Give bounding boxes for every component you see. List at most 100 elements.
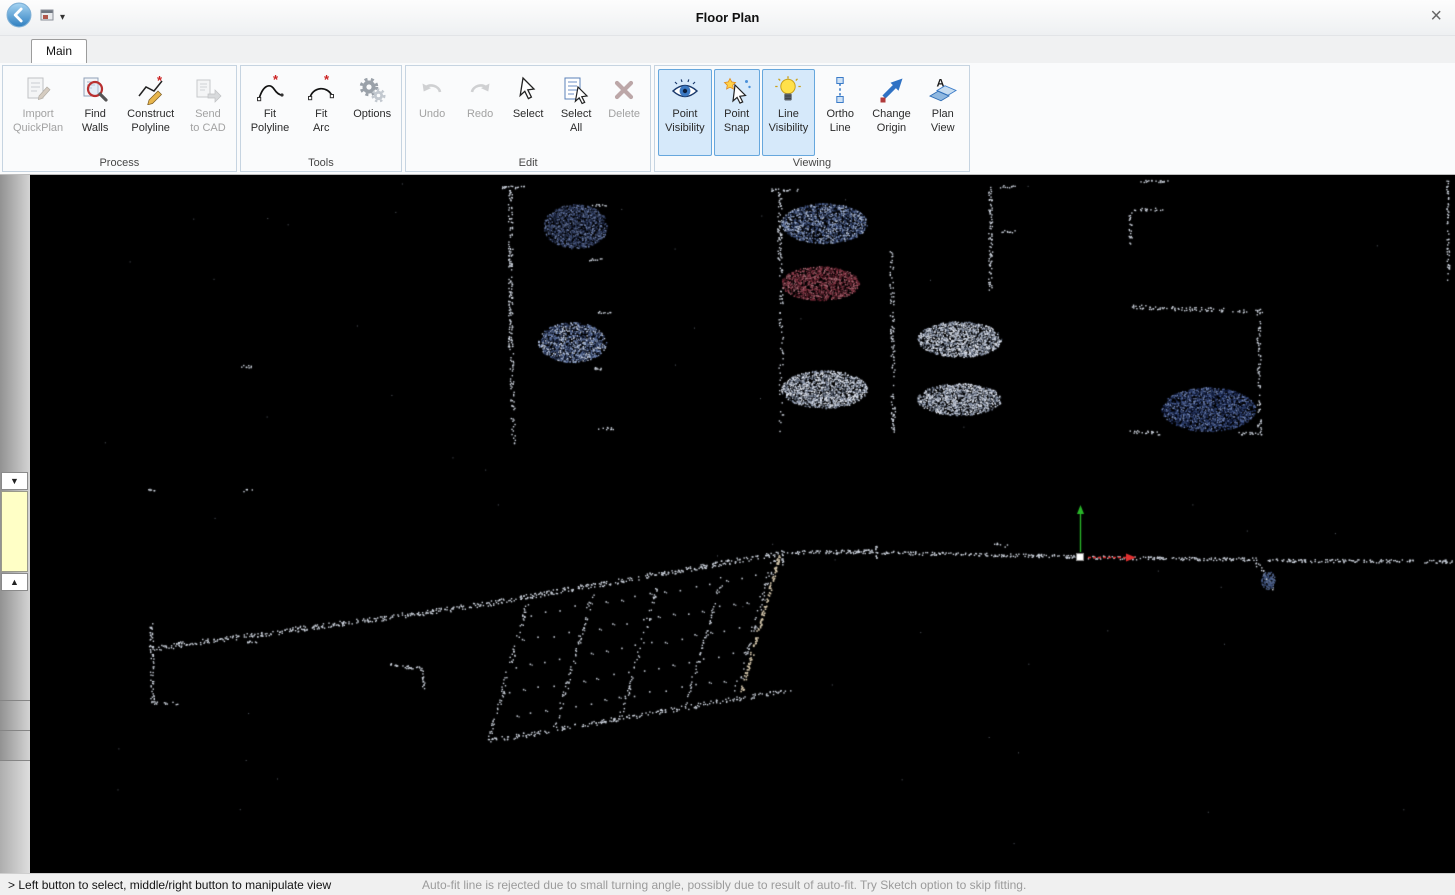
find-walls-label-2: Walls — [82, 121, 108, 135]
back-button[interactable] — [5, 4, 32, 31]
ortho-line-icon — [825, 73, 855, 107]
select-label-1: Select — [513, 107, 544, 121]
fit-arc-button[interactable]: * FitArc — [298, 69, 344, 156]
plan-view-button[interactable]: APlanView — [920, 69, 966, 156]
slider-divider — [0, 760, 30, 761]
fit-polyline-icon: * — [255, 73, 285, 107]
line-visibility-label-1: Line — [778, 107, 799, 121]
import-quickplan-label-2: QuickPlan — [13, 121, 63, 135]
slider-up-arrow[interactable]: ▲ — [1, 573, 28, 591]
construct-polyline-button[interactable]: *ConstructPolyline — [120, 69, 181, 156]
construct-polyline-icon: * — [136, 73, 166, 107]
options-button[interactable]: Options — [346, 69, 398, 156]
ribbon-groups: ImportQuickPlanFindWalls*ConstructPolyli… — [0, 63, 1455, 175]
svg-text:*: * — [273, 75, 279, 87]
undo-icon — [417, 73, 447, 107]
change-origin-label-2: Origin — [877, 121, 906, 135]
delete-icon — [609, 73, 639, 107]
ribbon-group-viewing: PointVisibilityPointSnapLineVisibilityOr… — [654, 65, 970, 172]
line-visibility-icon — [773, 73, 803, 107]
group-label-tools: Tools — [241, 156, 401, 171]
group-label-process: Process — [3, 156, 236, 171]
ribbon-group-process: ImportQuickPlanFindWalls*ConstructPolyli… — [2, 65, 237, 172]
import-quickplan-button: ImportQuickPlan — [6, 69, 70, 156]
group-label-viewing: Viewing — [655, 156, 969, 171]
point-visibility-label-2: Visibility — [665, 121, 705, 135]
select-button[interactable]: Select — [505, 69, 551, 156]
redo-icon — [465, 73, 495, 107]
line-visibility-label-2: Visibility — [769, 121, 809, 135]
svg-text:*: * — [324, 75, 330, 87]
ribbon-tab-row: Main — [0, 36, 1455, 63]
options-icon — [357, 73, 387, 107]
select-all-button[interactable]: SelectAll — [553, 69, 599, 156]
ortho-line-label-1: Ortho — [826, 107, 854, 121]
slider-track-bottom[interactable] — [0, 761, 30, 873]
app-window: ▾ Floor Plan × Main ImportQuickPlanFindW… — [0, 0, 1455, 895]
slider-thumb[interactable] — [1, 491, 28, 572]
close-button[interactable]: × — [1430, 6, 1442, 26]
change-origin-button[interactable]: ChangeOrigin — [865, 69, 918, 156]
slider-divider — [0, 700, 30, 701]
ribbon-group-tools: *FitPolyline*FitArcOptionsTools — [240, 65, 402, 172]
title-bar: ▾ Floor Plan × — [0, 0, 1455, 36]
fit-arc-label-2: Arc — [313, 121, 330, 135]
floorplan-viewport[interactable] — [30, 175, 1455, 873]
ortho-line-label-2: Line — [830, 121, 851, 135]
construct-polyline-label-1: Construct — [127, 107, 174, 121]
window-view-icon — [39, 7, 55, 28]
quick-access-save-view-button[interactable] — [39, 7, 55, 28]
find-walls-button[interactable]: FindWalls — [72, 69, 118, 156]
point-visibility-label-1: Point — [672, 107, 697, 121]
select-icon — [513, 73, 543, 107]
point-snap-label-1: Point — [724, 107, 749, 121]
redo-label-1: Redo — [467, 107, 493, 121]
slider-divider — [0, 730, 30, 731]
fit-polyline-label-2: Polyline — [251, 121, 290, 135]
status-bar: > Left button to select, middle/right bu… — [0, 873, 1455, 895]
point-snap-icon — [722, 73, 752, 107]
point-snap-label-2: Snap — [724, 121, 750, 135]
undo-label-1: Undo — [419, 107, 445, 121]
redo-button: Redo — [457, 69, 503, 156]
ortho-line-button[interactable]: OrthoLine — [817, 69, 863, 156]
plan-view-label-2: View — [931, 121, 955, 135]
import-quickplan-icon — [23, 73, 53, 107]
find-walls-label-1: Find — [84, 107, 105, 121]
ribbon-group-edit: UndoRedoSelectSelectAllDeleteEdit — [405, 65, 651, 172]
line-visibility-button[interactable]: LineVisibility — [762, 69, 816, 156]
window-title: Floor Plan — [0, 10, 1455, 25]
fit-polyline-label-1: Fit — [264, 107, 276, 121]
select-all-label-2: All — [570, 121, 582, 135]
plan-view-icon: A — [928, 73, 958, 107]
construct-polyline-label-2: Polyline — [131, 121, 170, 135]
send-to-cad-label-2: to CAD — [190, 121, 225, 135]
fit-polyline-button[interactable]: * FitPolyline — [244, 69, 297, 156]
select-all-label-1: Select — [561, 107, 592, 121]
tab-main[interactable]: Main — [31, 39, 87, 63]
slider-down-arrow[interactable]: ▼ — [1, 472, 28, 490]
fit-arc-icon: * — [306, 73, 336, 107]
delete-button: Delete — [601, 69, 647, 156]
plan-view-label-1: Plan — [932, 107, 954, 121]
point-snap-button[interactable]: PointSnap — [714, 69, 760, 156]
undo-button: Undo — [409, 69, 455, 156]
status-hint: > Left button to select, middle/right bu… — [8, 878, 422, 892]
back-arrow-icon — [6, 2, 32, 33]
left-slider-panel: ▼ ▲ — [0, 175, 30, 873]
find-walls-icon — [80, 73, 110, 107]
point-visibility-button[interactable]: PointVisibility — [658, 69, 712, 156]
group-label-edit: Edit — [406, 156, 650, 171]
delete-label-1: Delete — [608, 107, 640, 121]
select-all-icon — [561, 73, 591, 107]
send-to-cad-label-1: Send — [195, 107, 221, 121]
send-to-cad-icon — [193, 73, 223, 107]
send-to-cad-button: Sendto CAD — [183, 69, 232, 156]
quick-access-dropdown-icon[interactable]: ▾ — [60, 12, 65, 23]
point-visibility-icon — [670, 73, 700, 107]
options-label-1: Options — [353, 107, 391, 121]
status-message: Auto-fit line is rejected due to small t… — [422, 878, 1026, 892]
change-origin-icon — [876, 73, 906, 107]
change-origin-label-1: Change — [872, 107, 911, 121]
fit-arc-label-1: Fit — [315, 107, 327, 121]
